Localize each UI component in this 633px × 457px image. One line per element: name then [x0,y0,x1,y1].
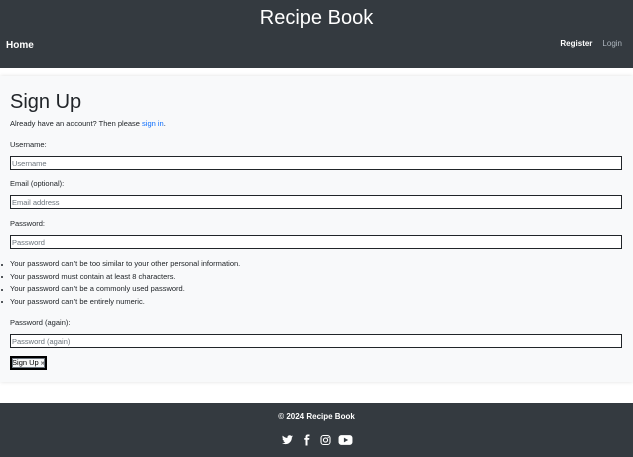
password-input[interactable] [10,235,622,249]
username-label: Username: [10,140,47,149]
navbar: Recipe Book Home Register Login [0,0,633,68]
password-help-item: Your password must contain at least 8 ch… [0,271,240,284]
social-links [0,434,633,446]
password-help-item: Your password can’t be entirely numeric. [0,296,240,309]
password-again-label: Password (again): [10,318,71,327]
password-label: Password: [10,219,46,228]
nav-home-link[interactable]: Home [6,40,34,51]
signup-card: Sign Up Already have an account? Then pl… [0,76,633,382]
nav-login-link[interactable]: Login [602,39,622,48]
password-again-input[interactable] [10,334,622,348]
username-input[interactable] [10,156,622,170]
twitter-icon[interactable] [281,434,294,446]
brand-title[interactable]: Recipe Book [0,7,633,30]
nav-auth-links: Register Login [560,39,622,48]
nav-register-link[interactable]: Register [560,39,592,48]
copyright-text: © 2024 Recipe Book [278,412,355,421]
email-input[interactable] [10,195,622,209]
signin-prompt: Already have an account? Then please sig… [10,119,166,128]
youtube-icon[interactable] [338,434,353,446]
email-label: Email (optional): [10,179,65,188]
signin-link[interactable]: sign in [142,119,164,128]
instagram-icon[interactable] [319,434,332,446]
password-help-item: Your password can’t be a commonly used p… [0,283,240,296]
facebook-icon[interactable] [300,434,313,446]
signin-prompt-end: . [163,119,166,128]
signup-button[interactable]: Sign Up » [10,356,47,370]
password-help-item: Your password can’t be too similar to yo… [0,258,240,271]
page-title: Sign Up [10,91,82,113]
signin-prompt-text: Already have an account? Then please [10,119,143,128]
footer: © 2024 Recipe Book [0,403,633,457]
password-help-list: Your password can’t be too similar to yo… [0,258,240,309]
